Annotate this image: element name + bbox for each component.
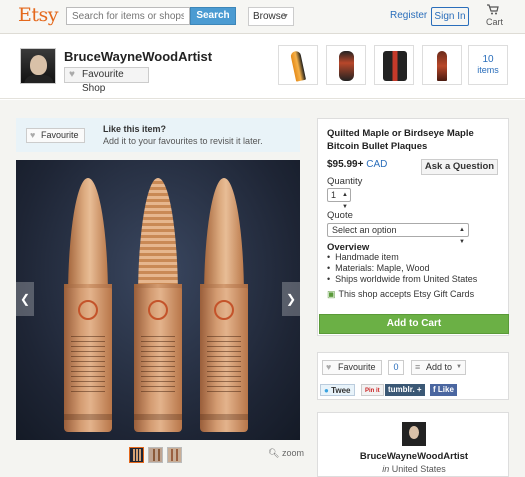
etsy-logo[interactable]: Etsy <box>18 4 59 26</box>
site-header: Etsy Search Browse ▼ Register Sign In Ca… <box>0 0 525 34</box>
favourite-count[interactable]: 0 <box>388 360 404 375</box>
browse-dropdown[interactable]: Browse ▼ <box>248 7 294 26</box>
like-subtitle: Add it to your favourites to revisit it … <box>103 136 263 146</box>
facebook-like-button[interactable]: f Like <box>430 384 457 396</box>
image-thumbnail[interactable] <box>167 447 182 463</box>
ask-question-button[interactable]: Ask a Question <box>421 159 498 175</box>
like-label: Like <box>437 385 454 394</box>
image-thumbnail[interactable] <box>129 447 144 463</box>
zoom-label: zoom <box>281 448 304 458</box>
tumblr-button[interactable]: tumblr. + <box>385 384 425 396</box>
image-thumbnail[interactable] <box>148 447 163 463</box>
overview-item: Handmade item <box>327 252 477 263</box>
listing-title: Quilted Maple or Birdseye Maple Bitcoin … <box>327 128 474 152</box>
search-button[interactable]: Search <box>190 7 236 25</box>
zoom-icon: 🔍︎ <box>268 448 280 458</box>
favourite-shop-button[interactable]: ♥ Favourite Shop <box>64 67 149 94</box>
tweet-label: Twee <box>331 386 351 395</box>
chevron-down-icon: ▼ <box>282 13 289 20</box>
heart-icon: ♥ <box>69 69 75 80</box>
pin-it-button[interactable]: Pin it <box>361 384 384 396</box>
social-panel: ♥ Favourite 0 ≡ Add to ▼ ● Twee Pin it t… <box>317 352 509 400</box>
add-to-label: Add to <box>426 362 453 372</box>
shop-item-thumbnail[interactable] <box>422 45 462 85</box>
items-label: items <box>477 65 499 75</box>
gift-cards-text: This shop accepts Etsy Gift Cards <box>338 289 475 299</box>
gift-card-icon: ▣ <box>327 289 336 299</box>
quote-value: Select an option <box>332 225 397 235</box>
facebook-icon: f <box>433 385 436 394</box>
chevron-updown-icon: ▲ ▼ <box>459 227 465 245</box>
shop-name[interactable]: BruceWayneWoodArtist <box>64 49 212 64</box>
seller-location: in United States <box>318 464 510 474</box>
bullet-plaque <box>134 178 182 432</box>
register-link[interactable]: Register <box>390 10 427 21</box>
main-product-photo[interactable] <box>16 160 300 440</box>
tweet-button[interactable]: ● Twee <box>320 384 355 396</box>
search-input[interactable] <box>66 7 190 25</box>
shop-item-thumbnail[interactable] <box>326 45 366 85</box>
shop-bar: BruceWayneWoodArtist ♥ Favourite Shop 10… <box>0 35 525 99</box>
shop-avatar[interactable] <box>20 48 56 84</box>
overview-item: Materials: Maple, Wood <box>327 263 477 274</box>
location-prefix: in <box>382 464 390 474</box>
quantity-select[interactable]: 1 ▲ ▼ <box>327 188 351 210</box>
price-value: $95.99+ <box>327 159 364 170</box>
quantity-value: 1 <box>331 190 337 200</box>
quantity-label: Quantity <box>327 176 363 187</box>
heart-icon: ♥ <box>326 362 332 372</box>
overview-item: Ships worldwide from United States <box>327 274 477 285</box>
currency-link[interactable]: CAD <box>366 159 387 170</box>
heart-icon: ♥ <box>30 130 36 140</box>
chevron-down-icon: ▼ <box>456 364 462 370</box>
favourite-item-label: Favourite <box>41 130 79 140</box>
like-title: Like this item? <box>103 124 167 134</box>
zoom-link[interactable]: 🔍︎ zoom <box>268 448 304 459</box>
gift-cards-note: ▣ This shop accepts Etsy Gift Cards <box>327 289 474 300</box>
seller-avatar[interactable] <box>402 422 426 446</box>
favourite-item-button[interactable]: ♥ Favourite <box>26 128 85 143</box>
cart-icon[interactable] <box>487 4 499 18</box>
favourite-label: Favourite <box>338 362 376 372</box>
bullet-plaque <box>64 178 112 432</box>
quote-select[interactable]: Select an option ▲ ▼ <box>327 223 469 245</box>
favourite-button[interactable]: ♥ Favourite <box>322 360 382 375</box>
add-to-list-button[interactable]: ≡ Add to ▼ <box>411 360 466 375</box>
favourite-shop-label: Favourite Shop <box>82 69 124 94</box>
add-to-cart-button[interactable]: Add to Cart <box>319 314 509 334</box>
seller-card: BruceWayneWoodArtist in United States <box>317 412 509 477</box>
location-value: United States <box>391 464 446 474</box>
previous-image-arrow[interactable]: ❮ <box>16 282 34 316</box>
quote-label: Quote <box>327 210 353 221</box>
items-count-link[interactable]: 10 items <box>468 45 508 85</box>
overview-list: Handmade item Materials: Maple, Wood Shi… <box>327 252 477 285</box>
favourite-banner: ♥ Favourite Like this item? Add it to yo… <box>16 118 300 152</box>
seller-name[interactable]: BruceWayneWoodArtist <box>318 451 510 462</box>
list-icon: ≡ <box>415 362 421 372</box>
sign-in-button[interactable]: Sign In <box>431 7 469 26</box>
next-image-arrow[interactable]: ❯ <box>282 282 300 316</box>
shop-item-thumbnail[interactable] <box>374 45 414 85</box>
cart-label[interactable]: Cart <box>486 17 503 27</box>
bullet-plaque <box>200 178 248 432</box>
listing-price: $95.99+ CAD <box>327 159 387 170</box>
purchase-panel: Quilted Maple or Birdseye Maple Bitcoin … <box>317 118 509 336</box>
shop-item-thumbnail[interactable] <box>278 45 318 85</box>
items-count: 10 <box>482 54 494 65</box>
